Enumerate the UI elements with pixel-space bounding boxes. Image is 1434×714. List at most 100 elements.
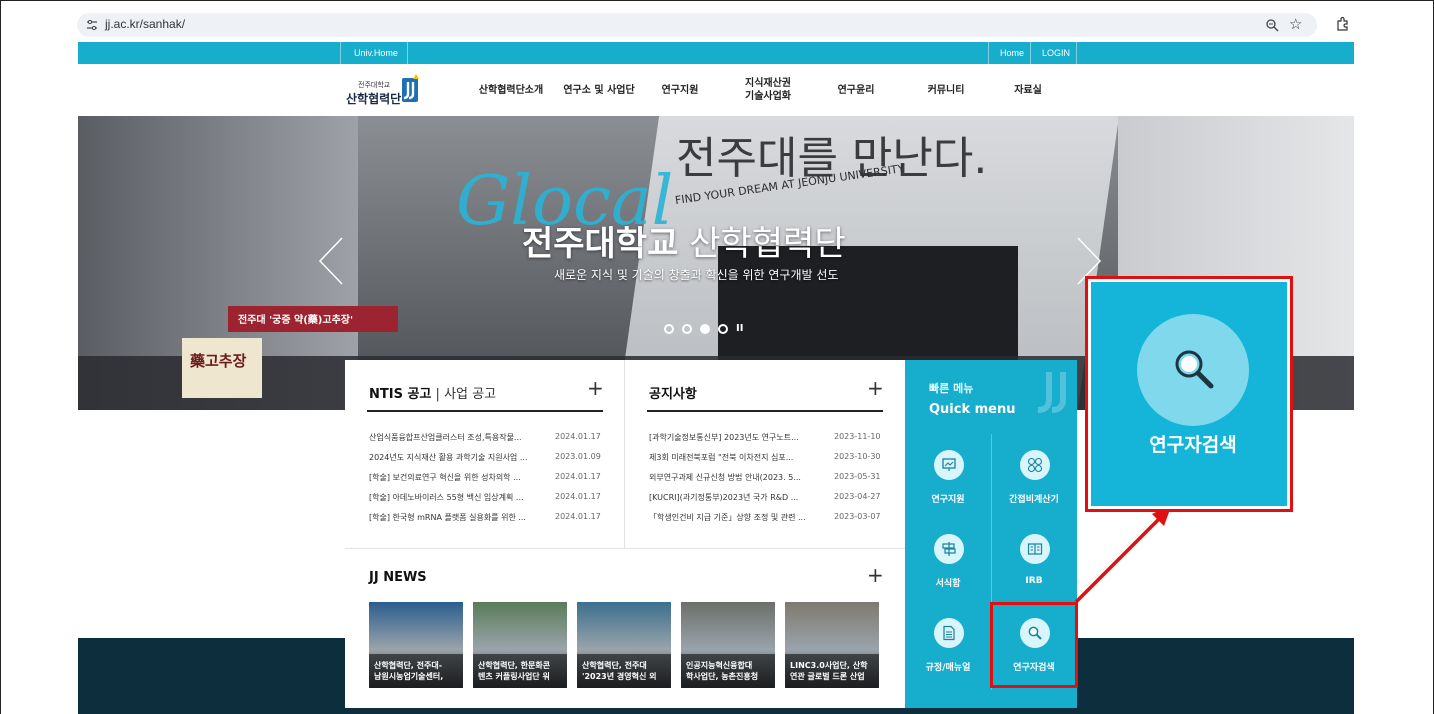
logo-org-name: 산학협력단 — [346, 92, 402, 106]
list-item[interactable]: 2024년도 지식재산 활용 과학기술 지원사업 ... 2023.01.09 — [369, 452, 605, 466]
address-bar[interactable]: jj.ac.kr/sanhak/ ☆ — [77, 13, 1317, 37]
ntis-more-icon[interactable]: + — [587, 378, 604, 398]
book-icon — [1027, 543, 1043, 555]
news-more-icon[interactable]: + — [867, 565, 884, 585]
nav-item-research-ethics[interactable]: 연구윤리 — [826, 64, 886, 116]
zoom-icon[interactable] — [1265, 18, 1279, 32]
browser-toolbar: jj.ac.kr/sanhak/ ☆ — [1, 1, 1433, 39]
news-caption: 산학협력단, 전주대 '2023년 경영혁신 외 — [577, 654, 671, 688]
site-utility-bar: Univ.Home Home LOGIN — [78, 42, 1354, 64]
list-item[interactable]: 외부연구과제 신규신청 방법 안내(2023. 5... 2023-05-31 — [649, 472, 884, 486]
news-title[interactable]: JJ NEWS — [369, 570, 427, 585]
list-item[interactable]: [KUCRI](과기정통부)2023년 국가 R&D ... 2023-04-27 — [649, 492, 884, 506]
notice-title[interactable]: 공지사항 — [649, 383, 697, 402]
slide-dot[interactable] — [718, 324, 728, 334]
list-item-title[interactable]: [KUCRI](과기정통부)2023년 국가 R&D ... — [649, 492, 827, 503]
list-item-title[interactable]: [학술] 아데노바이러스 55형 백신 임상계획 ... — [369, 492, 549, 503]
quick-item-forms[interactable]: 서식함 — [905, 520, 991, 602]
list-item-title[interactable]: 산업식품융합프산업클러스터 조성,특용작물... — [369, 432, 549, 443]
separator — [340, 42, 341, 64]
logo-university-name: 전주대학교 — [358, 81, 391, 89]
zoom-callout: 연구자검색 — [1085, 276, 1293, 512]
list-item[interactable]: [학술] 보건의료연구 혁신을 위한 성차의학 ... 2024.01.17 — [369, 472, 605, 486]
quick-item-circle — [934, 534, 964, 564]
home-link[interactable]: Home — [1000, 42, 1024, 64]
slide-dot[interactable] — [682, 324, 692, 334]
nav-item-community[interactable]: 커뮤니티 — [916, 64, 976, 116]
notice-more-icon[interactable]: + — [867, 378, 884, 398]
highlight-box — [990, 602, 1078, 688]
separator — [1076, 42, 1077, 64]
zoom-callout-panel[interactable]: 연구자검색 — [1091, 282, 1287, 506]
nav-item-ip-commercialization[interactable]: 지식재산권 기술사업화 — [728, 64, 808, 116]
hero-booth-sign: 전주대 '궁중 약(藥)고추장' — [228, 306, 398, 332]
notice-rule — [647, 410, 883, 412]
ntis-title-main: NTIS 공고 — [369, 387, 432, 402]
nav-item-research-support[interactable]: 연구지원 — [650, 64, 710, 116]
site-settings-icon[interactable] — [86, 19, 98, 31]
login-link[interactable]: LOGIN — [1042, 42, 1070, 64]
zoom-callout-circle — [1137, 314, 1249, 426]
list-item-date: 2023-04-27 — [834, 492, 881, 501]
news-caption: LINC3.0사업단, 산학 연관 글로벌 드론 산업 — [785, 654, 879, 688]
news-card[interactable]: 산학협력단, 전주대- 남원시농업기술센터, — [369, 602, 463, 688]
quick-item-label: 연구지원 — [931, 495, 965, 505]
news-card[interactable]: 인공지능혁신융합대 학사업단, 농촌진흥청 — [681, 602, 775, 688]
list-item-title[interactable]: [학술] 보건의료연구 혁신을 위한 성차의학 ... — [369, 472, 549, 483]
url-text[interactable]: jj.ac.kr/sanhak/ — [105, 17, 185, 31]
slide-dot-active[interactable] — [700, 324, 710, 334]
news-card[interactable]: 산학협력단, 한문화콘 텐츠 커플링사업단 워 — [473, 602, 567, 688]
quick-item-circle — [934, 450, 964, 480]
list-item-title[interactable]: [학술] 한국형 mRNA 플랫폼 실용화를 위한 ... — [369, 512, 549, 523]
slide-dot[interactable] — [664, 324, 674, 334]
site-logo[interactable]: 전주대학교 산학협력단 — [346, 74, 436, 108]
list-item[interactable]: 「학생인건비 지급 기준」상향 조정 및 관련 ... 2023-03-07 — [649, 512, 884, 526]
quick-item-research-support[interactable]: 연구지원 — [905, 436, 991, 518]
ntis-title-sub[interactable]: 사업 공고 — [444, 387, 496, 402]
jj-logo-icon — [402, 74, 419, 102]
hero-title-bold: 전주대학교 — [522, 224, 679, 264]
nav-item-institutes[interactable]: 연구소 및 사업단 — [554, 64, 644, 116]
hero-title-thin: 산학협력단 — [678, 224, 846, 264]
ntis-rule — [367, 410, 603, 412]
list-item-title[interactable]: 외부연구과제 신규신청 방법 안내(2023. 5... — [649, 472, 827, 483]
list-item[interactable]: 제3회 미래전북포럼 "전북 이차전지 심포... 2023-10-30 — [649, 452, 884, 466]
list-item-title[interactable]: [과학기술정보통신부] 2023년도 연구노트... — [649, 432, 827, 443]
search-icon — [1175, 350, 1214, 389]
list-item-date: 2023-11-10 — [834, 432, 881, 441]
separator — [1030, 42, 1031, 64]
list-item-date: 2023-10-30 — [834, 452, 881, 461]
nav-item-archive[interactable]: 자료실 — [1003, 64, 1053, 116]
pause-icon[interactable]: II — [736, 324, 743, 334]
hero-booth-sign-text: 전주대 '궁중 약(藥)고추장' — [238, 315, 354, 326]
quick-item-circle — [1020, 450, 1050, 480]
quick-item-regulations[interactable]: 규정/매뉴얼 — [905, 604, 991, 686]
quick-menu-title-en: Quick menu — [929, 402, 1016, 417]
site-header: 전주대학교 산학협력단 산학협력단소개 연구소 및 사업단 연구지원 지식재산권… — [78, 64, 1354, 116]
list-item[interactable]: [학술] 아데노바이러스 55형 백신 임상계획 ... 2024.01.17 — [369, 492, 605, 506]
hero-prev-arrow-icon[interactable] — [316, 236, 346, 286]
hero-subtitle: 새로운 지식 및 기술의 창출과 확신을 위한 연구개발 선도 — [554, 268, 839, 282]
bookmark-star-icon[interactable]: ☆ — [1289, 16, 1302, 32]
list-item-date: 2024.01.17 — [555, 432, 601, 441]
list-item-title[interactable]: 2024년도 지식재산 활용 과학기술 지원사업 ... — [369, 452, 549, 463]
document-icon — [943, 625, 955, 641]
hero-product-banner: 藥고추장 — [182, 338, 262, 398]
nav-item-about[interactable]: 산학협력단소개 — [466, 64, 556, 116]
list-item[interactable]: [학술] 한국형 mRNA 플랫폼 실용화를 위한 ... 2024.01.17 — [369, 512, 605, 526]
quick-item-label: 서식함 — [935, 579, 961, 589]
list-item[interactable]: [과학기술정보통신부] 2023년도 연구노트... 2023-11-10 — [649, 432, 884, 446]
separator — [407, 42, 408, 64]
column-divider — [624, 360, 625, 548]
ntis-title[interactable]: NTIS 공고 | 사업 공고 — [369, 383, 496, 402]
list-item-title[interactable]: 제3회 미래전북포럼 "전북 이차전지 심포... — [649, 452, 827, 463]
list-item-title[interactable]: 「학생인건비 지급 기준」상향 조정 및 관련 ... — [649, 512, 827, 523]
news-card[interactable]: LINC3.0사업단, 산학 연관 글로벌 드론 산업 — [785, 602, 879, 688]
news-card[interactable]: 산학협력단, 전주대 '2023년 경영혁신 외 — [577, 602, 671, 688]
univ-home-link[interactable]: Univ.Home — [354, 42, 398, 64]
list-item[interactable]: 산업식품융합프산업클러스터 조성,특용작물... 2024.01.17 — [369, 432, 605, 446]
presentation-board-icon — [942, 458, 956, 471]
extensions-icon[interactable] — [1335, 16, 1351, 32]
list-item-date: 2024.01.17 — [555, 512, 601, 521]
news-caption: 인공지능혁신융합대 학사업단, 농촌진흥청 — [681, 654, 775, 688]
